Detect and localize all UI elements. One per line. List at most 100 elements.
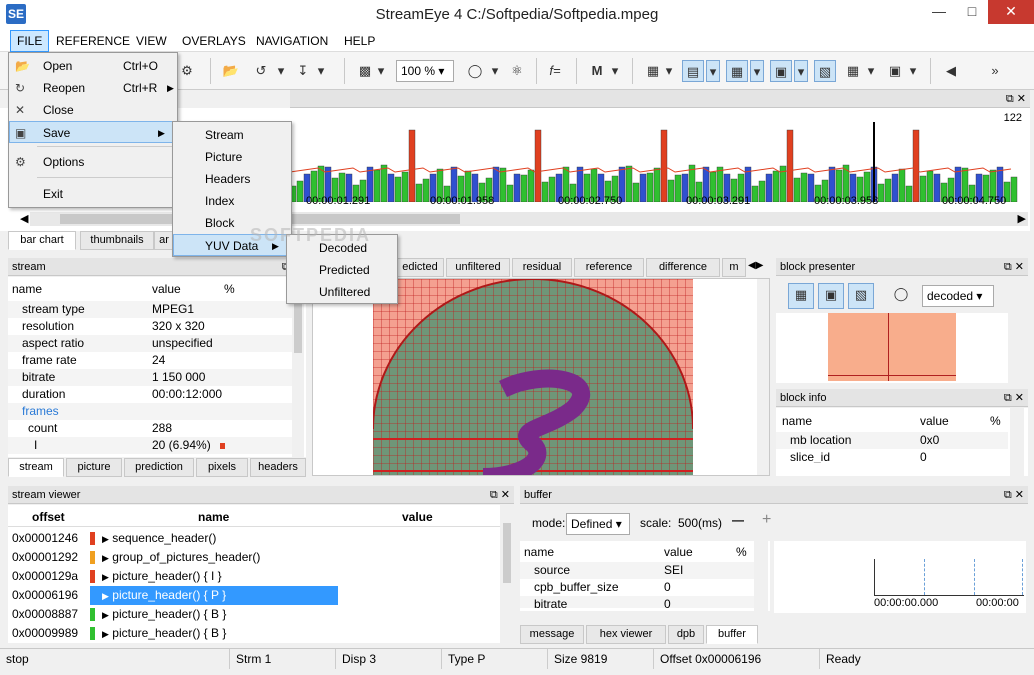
table-row[interactable]: 0x00006196 ▶ picture_header() { P } <box>8 586 500 605</box>
bug-icon[interactable]: ⚛ <box>506 60 528 82</box>
tab-pixels[interactable]: pixels <box>196 458 248 477</box>
tab-ar[interactable]: ar <box>154 231 174 250</box>
table-row[interactable]: 0x00009989 ▶ picture_header() { B } <box>8 624 500 643</box>
picture-view[interactable] <box>312 278 770 476</box>
table-row[interactable]: source SEI <box>520 562 754 579</box>
panel-float-close-icon[interactable]: ⧉ ✕ <box>1004 486 1024 504</box>
tab-unfiltered[interactable]: unfiltered <box>446 258 510 277</box>
menu-file[interactable]: FILE <box>10 30 50 52</box>
layout-icon[interactable]: ▤ <box>682 60 704 82</box>
menu-save-stream[interactable]: Stream <box>173 124 291 146</box>
chevron-down-icon[interactable]: ▾ <box>316 60 326 82</box>
column-header[interactable]: % <box>736 545 747 559</box>
tab-scroll-icon[interactable]: ◀▶ <box>748 260 763 271</box>
tab-difference[interactable]: difference <box>646 258 720 277</box>
column-header[interactable]: value <box>152 282 181 296</box>
overlay-icon[interactable]: ▦ <box>642 60 664 82</box>
zoom-box-icon[interactable]: ▣ <box>884 60 906 82</box>
vertical-scrollbar[interactable] <box>500 505 514 643</box>
table-row[interactable]: 0x00008887 ▶ picture_header() { B } <box>8 605 500 624</box>
table-row[interactable]: bitrate 1 150 000 <box>8 369 292 386</box>
partition-icon[interactable]: ▧ <box>814 60 836 82</box>
frame-bar[interactable] <box>534 129 542 202</box>
tab-buffer[interactable]: buffer <box>706 625 758 644</box>
column-header[interactable]: name <box>524 545 554 559</box>
partition-icon[interactable]: ▧ <box>848 283 874 309</box>
mb-grid-icon[interactable]: ▦ <box>788 283 814 309</box>
menu-options[interactable]: ⚙ Options <box>9 151 177 173</box>
table-row[interactable]: 0x0000129a ▶ picture_header() { I } <box>8 567 500 586</box>
menu-view[interactable]: VIEW <box>130 30 173 52</box>
open-folder-icon[interactable]: 📂 <box>220 60 242 82</box>
bar-chart-icon[interactable]: ▩ <box>354 60 376 82</box>
menu-save-index[interactable]: Index <box>173 190 291 212</box>
table-row[interactable]: mb location 0x0 <box>776 432 1008 449</box>
tab-residual[interactable]: residual <box>512 258 572 277</box>
menu-save-headers[interactable]: Headers <box>173 168 291 190</box>
first-frame-icon[interactable]: ◀ <box>940 60 962 82</box>
block-mode-select[interactable]: decoded ▾ <box>922 285 994 307</box>
navigate-icon[interactable]: ↺ <box>250 60 272 82</box>
panel-float-close-icon[interactable]: ⧉ ✕ <box>1004 389 1024 407</box>
tab-predicted[interactable]: edicted <box>396 258 444 277</box>
block-grid-icon[interactable]: ▦ <box>842 60 864 82</box>
table-row[interactable]: slice_id 0 <box>776 449 1008 463</box>
bar-chart[interactable] <box>290 122 1025 202</box>
close-window-button[interactable]: ✕ <box>988 0 1034 24</box>
pin-icon[interactable]: ↧ <box>292 60 314 82</box>
column-header[interactable]: value <box>920 414 949 428</box>
tab-picture[interactable]: picture <box>66 458 122 477</box>
chevron-down-icon[interactable]: ▾ <box>706 60 720 82</box>
menu-overlays[interactable]: OVERLAYS <box>176 30 252 52</box>
column-header[interactable]: offset <box>32 510 65 524</box>
function-icon[interactable]: f= <box>544 60 566 82</box>
column-header[interactable]: % <box>990 414 1001 428</box>
menu-help[interactable]: HELP <box>338 30 381 52</box>
column-header[interactable]: value <box>402 510 433 524</box>
table-row[interactable]: I 20 (6.94%) <box>8 437 292 454</box>
menu-close[interactable]: ✕ Close <box>9 99 177 121</box>
maximize-button[interactable]: □ <box>955 0 989 24</box>
settings-icon[interactable]: ⚙ <box>176 60 198 82</box>
more-icon[interactable]: » <box>984 60 1006 82</box>
tab-prediction[interactable]: prediction <box>124 458 194 477</box>
chevron-down-icon[interactable]: ▾ <box>490 60 500 82</box>
menu-reference[interactable]: REFERENCE <box>50 30 136 52</box>
panel-float-close-icon[interactable]: ⧉ ✕ <box>1004 258 1024 276</box>
motion-vector-icon[interactable]: ▣ <box>818 283 844 309</box>
chevron-down-icon[interactable]: ▾ <box>276 60 286 82</box>
vertical-scrollbar[interactable] <box>754 541 768 611</box>
zoom-select[interactable]: 100 % ▾ <box>396 60 454 82</box>
chevron-down-icon[interactable]: ▾ <box>376 60 386 82</box>
table-row[interactable]: aspect ratio unspecified <box>8 335 292 352</box>
table-row[interactable]: duration 00:00:12:000 <box>8 386 292 403</box>
tab-reference[interactable]: reference <box>574 258 644 277</box>
frame-bar[interactable] <box>660 129 668 202</box>
chevron-down-icon[interactable]: ▾ <box>664 60 674 82</box>
column-header[interactable]: name <box>782 414 812 428</box>
scroll-left-icon[interactable]: ◀ <box>20 212 28 225</box>
menu-navigation[interactable]: NAVIGATION <box>250 30 334 52</box>
minimize-button[interactable]: — <box>922 0 956 24</box>
frame-bar[interactable] <box>912 129 920 202</box>
tab-bar-chart[interactable]: bar chart <box>8 231 76 250</box>
table-row[interactable]: stream type MPEG1 <box>8 301 292 318</box>
zoom-in-button[interactable]: + <box>762 511 771 529</box>
zoom-out-button[interactable]: — <box>732 513 744 527</box>
column-header[interactable]: name <box>12 282 42 296</box>
menu-yuv-predicted[interactable]: Predicted <box>287 259 397 281</box>
tab-stream[interactable]: stream <box>8 458 64 477</box>
tab-headers[interactable]: headers <box>250 458 306 477</box>
table-row[interactable]: cpb_buffer_size 0 <box>520 579 754 596</box>
frame-bar[interactable] <box>408 129 416 202</box>
column-header[interactable]: value <box>664 545 693 559</box>
tab-more[interactable]: m <box>722 258 746 277</box>
menu-save[interactable]: ▣ Save ▶ <box>9 121 177 143</box>
frame-bar[interactable] <box>786 129 794 202</box>
chevron-down-icon[interactable]: ▾ <box>794 60 808 82</box>
tab-thumbnails[interactable]: thumbnails <box>80 231 154 250</box>
table-row[interactable]: frame rate 24 <box>8 352 292 369</box>
chevron-down-icon[interactable]: ▾ <box>750 60 764 82</box>
menu-open[interactable]: 📂 Open Ctrl+O <box>9 55 177 77</box>
decoded-picture[interactable] <box>373 279 693 475</box>
